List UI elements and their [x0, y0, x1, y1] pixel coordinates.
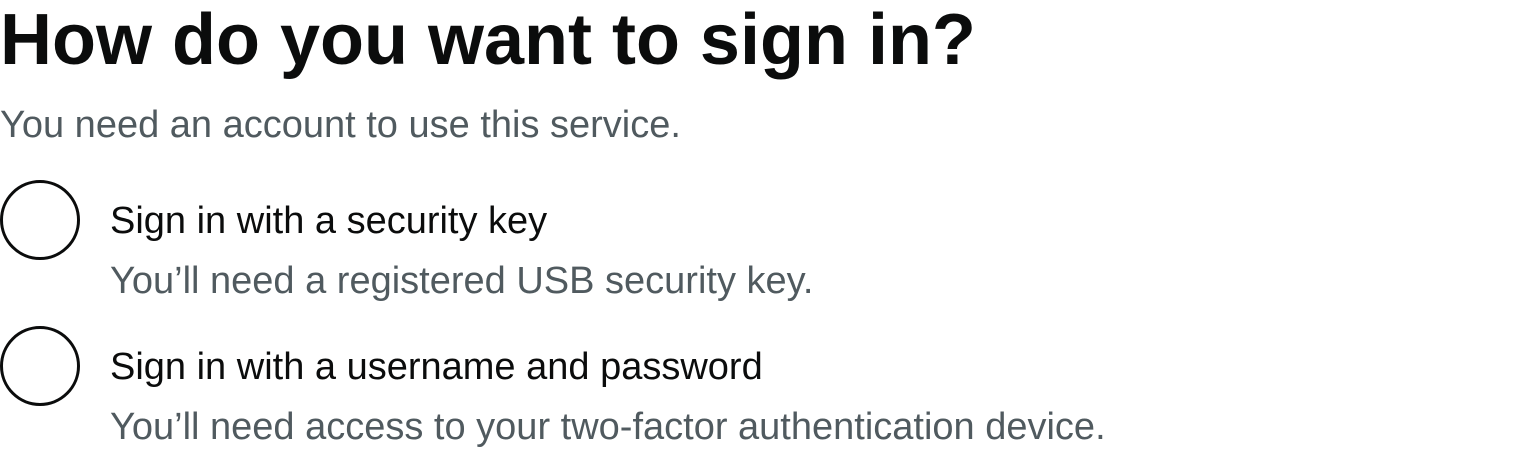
sign-in-method-page: How do you want to sign in? You need an …: [0, 0, 1536, 472]
security-key-hint: You’ll need a registered USB security ke…: [110, 260, 814, 302]
page-title: How do you want to sign in?: [0, 0, 976, 80]
page-hint: You need an account to use this service.: [0, 104, 681, 146]
username-password-label[interactable]: Sign in with a username and password: [110, 344, 763, 390]
security-key-label[interactable]: Sign in with a security key: [110, 198, 547, 244]
radio-option-username-password[interactable]: Sign in with a username and password You…: [0, 326, 1400, 466]
radio-option-security-key[interactable]: Sign in with a security key You’ll need …: [0, 180, 1400, 320]
username-password-hint: You’ll need access to your two-factor au…: [110, 406, 1106, 448]
